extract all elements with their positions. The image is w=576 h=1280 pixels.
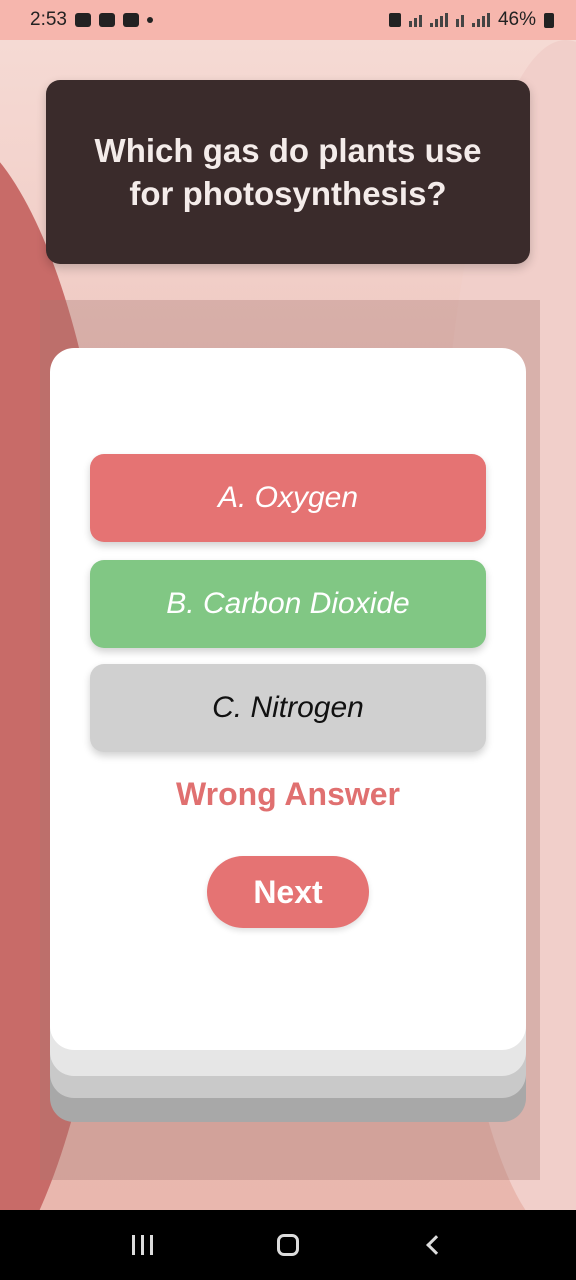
feedback-text: Wrong Answer <box>175 776 400 812</box>
status-bar: 2:53 46% <box>0 0 576 40</box>
signal-icon-2 <box>471 13 490 27</box>
recent-apps-icon <box>132 1235 154 1255</box>
wifi-calling-icon <box>455 13 464 27</box>
chat-icon <box>98 13 115 27</box>
option-b-button[interactable]: B. Carbon Dioxide <box>90 560 486 648</box>
option-a-button[interactable]: A. Oxygen <box>90 454 486 542</box>
wifi-icon <box>408 13 422 27</box>
battery-text: 46% <box>497 9 536 30</box>
question-box: Which gas do plants use for photosynthes… <box>46 80 530 264</box>
question-text: Which gas do plants use for photosynthes… <box>94 132 482 212</box>
dot-icon <box>146 17 153 23</box>
home-button[interactable] <box>258 1220 318 1270</box>
next-button[interactable]: Next <box>207 856 369 928</box>
battery-icon <box>544 12 554 28</box>
status-right: 46% <box>388 9 554 31</box>
image-icon <box>74 13 91 27</box>
navigation-bar <box>0 1210 576 1280</box>
folder-icon <box>122 13 139 27</box>
status-left: 2:53 <box>30 9 153 31</box>
status-time: 2:53 <box>30 9 67 30</box>
recent-apps-button[interactable] <box>113 1220 173 1270</box>
home-icon <box>276 1234 299 1256</box>
vpn-icon <box>388 13 401 27</box>
answer-card: A. Oxygen B. Carbon Dioxide C. Nitrogen … <box>50 348 526 1050</box>
signal-icon <box>429 13 448 27</box>
option-c-button[interactable]: C. Nitrogen <box>90 664 486 752</box>
back-button[interactable] <box>403 1220 463 1270</box>
back-icon <box>426 1235 447 1255</box>
